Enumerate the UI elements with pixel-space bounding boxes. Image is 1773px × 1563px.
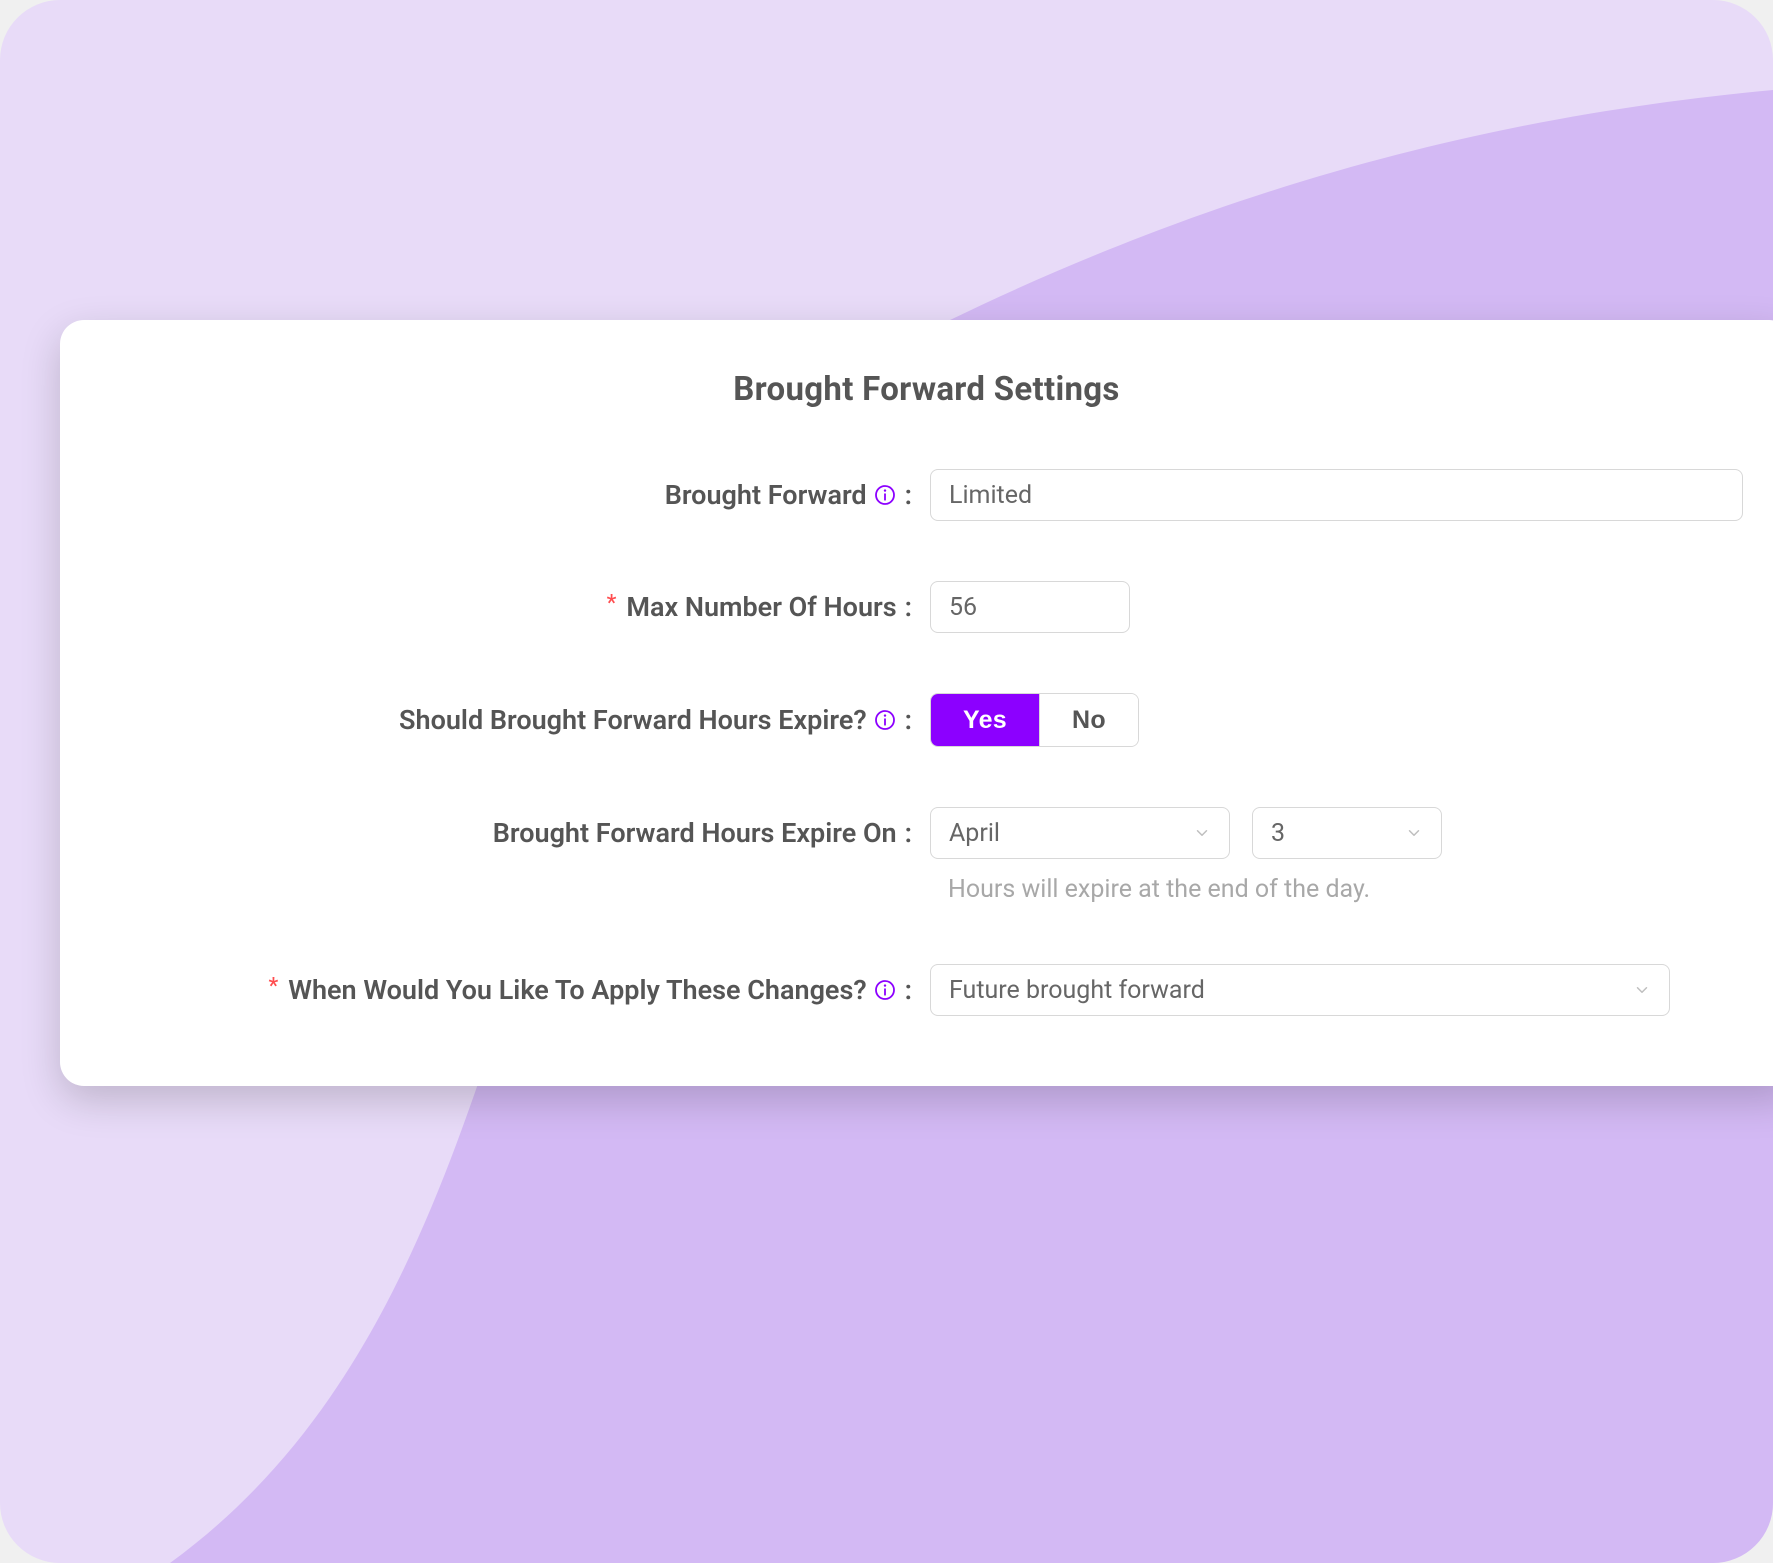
label-text: Max Number Of Hours (626, 591, 896, 623)
label-expire-on: Brought Forward Hours Expire On : (110, 817, 930, 849)
label-apply-when: * When Would You Like To Apply These Cha… (110, 974, 930, 1006)
row-expire-on: Brought Forward Hours Expire On : April … (110, 807, 1743, 859)
label-text: Brought Forward (665, 479, 867, 511)
label-colon: : (905, 591, 912, 623)
input-value: 56 (949, 593, 977, 622)
row-apply-when: * When Would You Like To Apply These Cha… (110, 964, 1743, 1016)
info-icon[interactable] (873, 483, 897, 507)
background-canvas: Brought Forward Settings Brought Forward… (0, 0, 1773, 1563)
expire-month-select[interactable]: April (930, 807, 1230, 859)
info-icon[interactable] (873, 978, 897, 1002)
row-brought-forward: Brought Forward : Limited (110, 469, 1743, 521)
row-max-hours: * Max Number Of Hours : 56 (110, 581, 1743, 633)
row-should-expire: Should Brought Forward Hours Expire? : Y… (110, 693, 1743, 747)
label-colon: : (905, 479, 912, 511)
brought-forward-select[interactable]: Limited (930, 469, 1743, 521)
info-icon[interactable] (873, 708, 897, 732)
chevron-down-icon (1405, 824, 1423, 842)
label-should-expire: Should Brought Forward Hours Expire? : (110, 704, 930, 736)
label-text: Brought Forward Hours Expire On (493, 817, 897, 849)
label-colon: : (905, 704, 912, 736)
chevron-down-icon (1193, 824, 1211, 842)
expire-no-button[interactable]: No (1039, 694, 1138, 746)
label-text: When Would You Like To Apply These Chang… (288, 974, 866, 1006)
label-colon: : (905, 974, 912, 1006)
panel-title: Brought Forward Settings (110, 370, 1743, 409)
max-hours-input[interactable]: 56 (930, 581, 1130, 633)
settings-card: Brought Forward Settings Brought Forward… (60, 320, 1773, 1086)
select-value: Limited (949, 481, 1724, 510)
apply-when-select[interactable]: Future brought forward (930, 964, 1670, 1016)
label-brought-forward: Brought Forward : (110, 479, 930, 511)
expire-on-hint: Hours will expire at the end of the day. (948, 875, 1743, 904)
select-value: Future brought forward (949, 976, 1633, 1005)
label-colon: : (905, 817, 912, 849)
required-asterisk: * (607, 591, 617, 616)
expire-segmented: Yes No (930, 693, 1139, 747)
select-value: April (949, 819, 1193, 848)
label-max-hours: * Max Number Of Hours : (110, 591, 930, 623)
expire-yes-button[interactable]: Yes (931, 694, 1039, 746)
select-value: 3 (1271, 819, 1405, 848)
chevron-down-icon (1633, 981, 1651, 999)
label-text: Should Brought Forward Hours Expire? (399, 704, 867, 736)
expire-day-select[interactable]: 3 (1252, 807, 1442, 859)
required-asterisk: * (268, 974, 278, 999)
